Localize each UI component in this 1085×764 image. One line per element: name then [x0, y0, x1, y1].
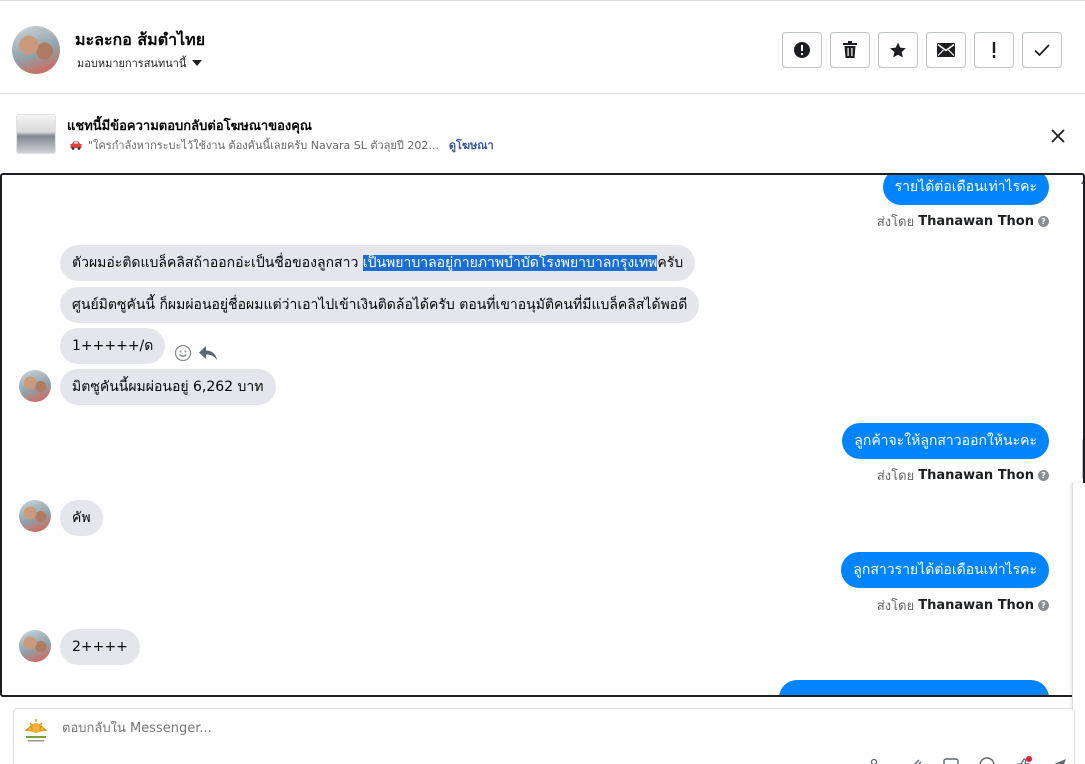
help-icon[interactable]: ?: [1038, 600, 1049, 611]
delete-button[interactable]: [830, 32, 870, 68]
ad-banner-title: แชทนี้มีข้อความตอบกลับต่อโฆษณาของคุณ: [67, 119, 312, 134]
mark-spam-button[interactable]: [974, 32, 1014, 68]
report-button[interactable]: [782, 32, 822, 68]
help-icon[interactable]: ?: [1038, 216, 1049, 227]
caret-down-icon: [192, 60, 203, 66]
star-button[interactable]: [878, 32, 918, 68]
ad-text-line: "ใครกำลังหากระบะไว้ใช้งาน ต้องคันนี้เลยค…: [70, 136, 494, 154]
incoming-message[interactable]: คัพ: [60, 500, 103, 536]
ad-reply-banner: แชทนี้มีข้อความตอบกลับต่อโฆษณาของคุณ "ใค…: [0, 94, 1085, 173]
trash-icon: [843, 41, 857, 58]
page-logo-icon: [24, 719, 48, 742]
close-banner-button[interactable]: [1046, 124, 1070, 148]
sent-by-label: ส่งโดย Thanawan Thon ?: [877, 211, 1049, 232]
sender-name: Thanawan Thon: [918, 468, 1034, 483]
sent-by-label: ส่งโดย Thanawan Thon ?: [877, 465, 1049, 486]
contact-avatar[interactable]: [12, 26, 60, 74]
hashtag-icon[interactable]: [866, 756, 884, 764]
sender-avatar[interactable]: [19, 500, 51, 532]
reply-arrow-icon[interactable]: [198, 344, 218, 362]
attachment-icon[interactable]: [906, 756, 924, 764]
reply-input[interactable]: [62, 721, 562, 736]
exclamation-icon: [992, 42, 996, 58]
outgoing-message[interactable]: ลูกสาวรายได้ต่อเดือนเท่าไรคะ: [841, 552, 1049, 588]
mark-unread-button[interactable]: [926, 32, 966, 68]
view-ad-link[interactable]: ดูโฆษณา: [449, 136, 494, 154]
sender-name: Thanawan Thon: [918, 214, 1034, 229]
message-text: ครับ: [657, 255, 684, 271]
saved-reply-icon[interactable]: [942, 756, 960, 764]
outgoing-message-partial[interactable]: [779, 680, 1049, 695]
assign-label: มอบหมายการสนทนานี้: [77, 57, 187, 70]
sent-by-prefix: ส่งโดย: [876, 599, 915, 614]
selected-text-highlight: เป็นพยาบาลอยู่กายภาพบำบัดโรงพยาบาลกรุงเท…: [362, 255, 658, 271]
messenger-inbox: มะละกอ ส้มตำไทย มอบหมายการสนทนานี้ แชทนี…: [0, 0, 1085, 764]
outgoing-message[interactable]: ลูกค้าจะให้ลูกสาวออกให้นะคะ: [842, 423, 1049, 459]
reply-composer: [13, 708, 1075, 764]
mark-done-button[interactable]: [1022, 32, 1062, 68]
incoming-message[interactable]: 1+++++/ด: [60, 328, 166, 364]
help-icon[interactable]: ?: [1038, 470, 1049, 481]
sent-by-prefix: ส่งโดย: [876, 215, 915, 230]
thumbs-up-icon[interactable]: [1014, 756, 1032, 764]
incoming-message[interactable]: 2++++: [60, 629, 140, 665]
envelope-icon: [937, 43, 955, 57]
ad-preview-text: "ใครกำลังหากระบะไว้ใช้งาน ต้องคันนี้เลยค…: [88, 139, 439, 152]
scroll-up-arrow-icon[interactable]: [1081, 179, 1083, 184]
emoji-icon[interactable]: [978, 756, 996, 764]
sender-name: Thanawan Thon: [918, 598, 1034, 613]
report-icon: [794, 42, 810, 58]
conversation-header: มะละกอ ส้มตำไทย มอบหมายการสนทนานี้: [0, 0, 1085, 94]
assign-conversation-dropdown[interactable]: มอบหมายการสนทนานี้: [77, 54, 203, 72]
close-icon: [1051, 129, 1065, 143]
react-smiley-icon[interactable]: [174, 344, 192, 362]
sender-avatar[interactable]: [19, 630, 51, 662]
sender-avatar[interactable]: [19, 370, 51, 402]
ad-thumbnail[interactable]: [16, 114, 56, 154]
message-text: ตัวผมอ่ะติดแบล็คลิสถ้าออกอ่ะเป็นชื่อของล…: [72, 255, 363, 271]
incoming-message[interactable]: ตัวผมอ่ะติดแบล็คลิสถ้าออกอ่ะเป็นชื่อของล…: [60, 245, 696, 281]
send-icon[interactable]: [1050, 756, 1068, 764]
check-icon: [1034, 44, 1050, 57]
outgoing-message[interactable]: รายได้ต่อเดือนเท่าไรคะ: [882, 175, 1049, 205]
car-emoji-icon: [70, 141, 82, 150]
incoming-message[interactable]: มิตซูคันนี้ผมผ่อนอยู่ 6,262 บาท: [60, 369, 276, 405]
star-icon: [890, 42, 906, 58]
incoming-message[interactable]: ศูนย์มิตซูคันนี้ ก็ผมผ่อนอยู่ชื่อผมแต่ว่…: [60, 287, 700, 323]
message-thread[interactable]: รายได้ต่อเดือนเท่าไรคะ ส่งโดย Thanawan T…: [0, 173, 1085, 697]
sent-by-label: ส่งโดย Thanawan Thon ?: [877, 595, 1049, 616]
sent-by-prefix: ส่งโดย: [876, 469, 915, 484]
contact-name[interactable]: มะละกอ ส้มตำไทย: [75, 28, 205, 53]
